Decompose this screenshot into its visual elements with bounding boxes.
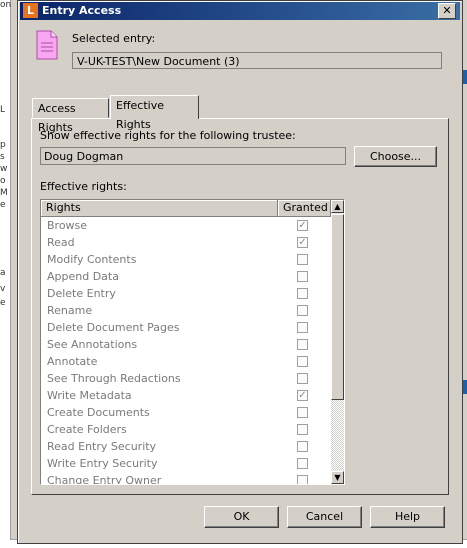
- table-row[interactable]: Delete Document Pages: [41, 319, 331, 336]
- scroll-up-icon[interactable]: ▲: [331, 200, 344, 213]
- document-icon: [36, 30, 58, 60]
- granted-checkbox: [297, 424, 308, 435]
- table-row[interactable]: Create Documents: [41, 404, 331, 421]
- granted-checkbox: [297, 271, 308, 282]
- table-row[interactable]: Read ✓: [41, 234, 331, 251]
- table-row[interactable]: Delete Entry: [41, 285, 331, 302]
- rights-list[interactable]: Rights Granted Browse ✓ Read ✓ Modify Conten…: [40, 199, 345, 485]
- right-name: Delete Document Pages: [47, 321, 180, 334]
- right-name: See Through Redactions: [47, 372, 181, 385]
- rights-scrollbar[interactable]: ▲ ▼: [331, 200, 344, 484]
- table-row[interactable]: Append Data: [41, 268, 331, 285]
- background-text-fragment: e: [0, 200, 6, 210]
- scrollbar-track[interactable]: [331, 400, 344, 470]
- rights-rows: Browse ✓ Read ✓ Modify Contents Append Data De…: [41, 217, 331, 485]
- granted-checkbox: [297, 475, 308, 484]
- granted-checkbox-checked: ✓: [297, 237, 308, 248]
- background-text-fragment: s: [0, 152, 5, 162]
- right-name: Write Metadata: [47, 389, 132, 402]
- selected-entry-label: Selected entry:: [72, 32, 156, 45]
- column-header-granted[interactable]: Granted: [278, 200, 331, 216]
- title-bar[interactable]: L Entry Access ✕: [20, 2, 460, 20]
- background-text-fragment: e: [0, 298, 6, 308]
- granted-checkbox: [297, 407, 308, 418]
- entry-access-dialog: L Entry Access ✕ Selected entry: V-UK-TE…: [17, 0, 463, 544]
- scroll-down-icon[interactable]: ▼: [331, 471, 344, 484]
- granted-checkbox: [297, 441, 308, 452]
- granted-checkbox: [297, 373, 308, 384]
- table-row[interactable]: See Annotations: [41, 336, 331, 353]
- granted-checkbox: [297, 288, 308, 299]
- right-name: Change Entry Owner: [47, 474, 162, 485]
- background-text-fragment: a: [0, 268, 6, 278]
- table-row[interactable]: Modify Contents: [41, 251, 331, 268]
- background-text-fragment: M: [0, 188, 8, 198]
- choose-button[interactable]: Choose...: [354, 146, 437, 167]
- tab-effective-rights[interactable]: Effective Rights: [110, 95, 199, 131]
- right-name: Rename: [47, 304, 93, 317]
- ok-button[interactable]: OK: [204, 506, 279, 528]
- granted-checkbox: [297, 356, 308, 367]
- granted-checkbox: [297, 305, 308, 316]
- table-row[interactable]: Annotate: [41, 353, 331, 370]
- right-name: Browse: [47, 219, 88, 232]
- granted-checkbox-checked: ✓: [297, 390, 308, 401]
- background-text-fragment: L: [0, 105, 6, 115]
- background-text-fragment: p: [0, 140, 6, 150]
- cancel-button[interactable]: Cancel: [287, 506, 362, 528]
- window-title: Entry Access: [42, 4, 122, 17]
- granted-checkbox: [297, 458, 308, 469]
- table-row[interactable]: Read Entry Security: [41, 438, 331, 455]
- table-row[interactable]: Write Entry Security: [41, 455, 331, 472]
- right-name: Delete Entry: [47, 287, 116, 300]
- table-row[interactable]: Rename: [41, 302, 331, 319]
- close-button[interactable]: ✕: [438, 3, 456, 19]
- granted-checkbox-checked: ✓: [297, 220, 308, 231]
- background-text-fragment: on: [0, 0, 12, 10]
- table-row[interactable]: See Through Redactions: [41, 370, 331, 387]
- tab-access-rights[interactable]: Access Rights: [32, 98, 109, 134]
- selected-entry-path: V-UK-TEST\New Document (3): [72, 52, 442, 69]
- app-logo-icon: L: [23, 3, 38, 18]
- background-text-fragment: o: [0, 176, 6, 186]
- right-name: Create Folders: [47, 423, 127, 436]
- right-name: See Annotations: [47, 338, 138, 351]
- table-row[interactable]: Browse ✓: [41, 217, 331, 234]
- right-name: Create Documents: [47, 406, 150, 419]
- right-name: Append Data: [47, 270, 119, 283]
- right-name: Modify Contents: [47, 253, 137, 266]
- table-row[interactable]: Change Entry Owner: [41, 472, 331, 485]
- table-row[interactable]: Write Metadata ✓: [41, 387, 331, 404]
- right-name: Read Entry Security: [47, 440, 157, 453]
- right-name: Write Entry Security: [47, 457, 158, 470]
- trustee-label: Show effective rights for the following …: [40, 129, 296, 142]
- granted-checkbox: [297, 254, 308, 265]
- help-button[interactable]: Help: [370, 506, 445, 528]
- granted-checkbox: [297, 322, 308, 333]
- granted-checkbox: [297, 339, 308, 350]
- trustee-field: Doug Dogman: [40, 147, 346, 165]
- right-name: Read: [47, 236, 75, 249]
- background-text-fragment: v: [0, 284, 6, 294]
- right-name: Annotate: [47, 355, 98, 368]
- column-header-rights[interactable]: Rights: [41, 200, 278, 216]
- effective-rights-label: Effective rights:: [40, 180, 127, 193]
- table-row[interactable]: Create Folders: [41, 421, 331, 438]
- rights-list-header: Rights Granted: [41, 200, 331, 217]
- background-text-fragment: w: [0, 164, 8, 174]
- scrollbar-thumb[interactable]: [331, 214, 344, 400]
